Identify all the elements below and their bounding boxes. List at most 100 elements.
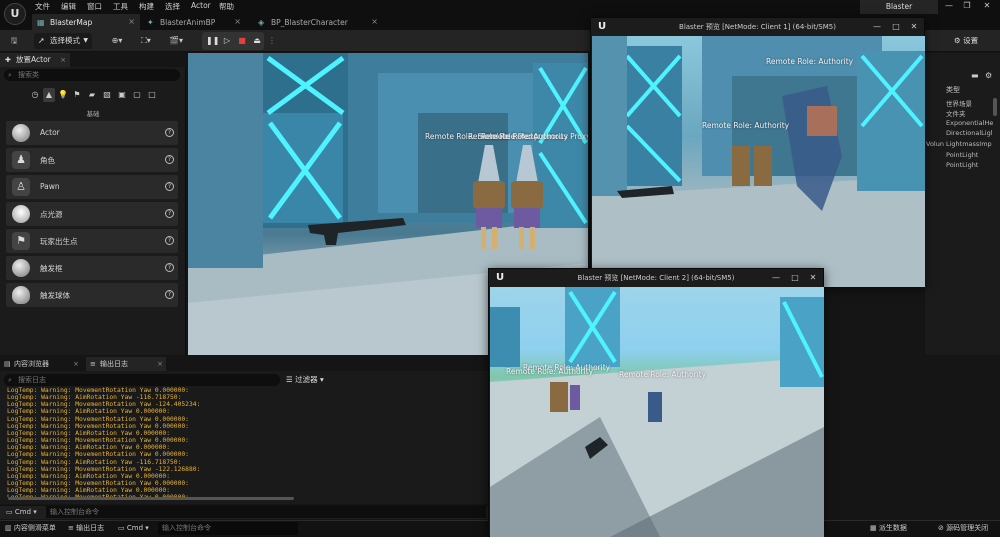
outliner-row-type[interactable]: LightmassImp — [946, 140, 992, 148]
menu-build[interactable]: 构建 — [139, 1, 154, 12]
actor-item-character[interactable]: ♟ 角色 ? — [6, 148, 178, 172]
all-classes-icon[interactable]: ▢ — [131, 88, 143, 102]
mode-select-dropdown[interactable]: ➚ 选择模式 ▼ — [34, 33, 92, 49]
save-icon[interactable]: 🖫 — [6, 33, 22, 49]
chevron-down-icon: ▾ — [145, 524, 149, 532]
help-icon[interactable]: ? — [165, 155, 174, 164]
tab-output-log[interactable]: ≡ 输出日志 × — [86, 357, 166, 371]
outliner-row-type[interactable]: 世界场景 — [946, 98, 972, 108]
cinematics-icon[interactable]: 🎬▾ — [166, 33, 186, 49]
close-icon[interactable]: × — [371, 17, 378, 26]
stop-icon[interactable]: ■ — [236, 34, 248, 48]
close-window-icon[interactable]: ✕ — [978, 1, 996, 13]
tab-bp-blastercharacter[interactable]: ◈ BP_BlasterCharacter × — [253, 14, 383, 30]
add-content-icon[interactable]: ⊕▾ — [107, 33, 127, 49]
outliner-row-type[interactable]: 文件夹 — [946, 108, 966, 118]
geometry-icon[interactable]: ▧ — [101, 88, 113, 102]
log-line: LogTemp: Warning: MovementRotation Yaw 0… — [7, 387, 189, 394]
tab-blastermap[interactable]: ▦ BlasterMap × — [32, 14, 140, 30]
actor-item-label: 触发框 — [40, 264, 63, 273]
tab-label: BlasterMap — [50, 18, 93, 27]
visual-effects-icon[interactable]: ▰ — [86, 88, 98, 102]
outliner-settings-icon[interactable]: ⚙ — [985, 71, 992, 80]
derived-data-button[interactable]: ▦ 派生数据 — [870, 522, 907, 535]
log-line: LogTemp: Warning: AimRotation Yaw -116.7… — [7, 394, 182, 402]
close-window-icon[interactable]: ✕ — [804, 269, 822, 287]
volumes-icon[interactable]: ▣ — [116, 88, 128, 102]
menu-edit[interactable]: 编辑 — [61, 1, 76, 12]
pie-viewport-client-2[interactable]: Remote Role: Authority Remote Role: Auth… — [490, 287, 824, 537]
minimize-icon[interactable]: — — [767, 269, 785, 287]
more-options-icon[interactable]: ⋮ — [266, 34, 278, 48]
outliner-row-type[interactable]: DirectionalLigl — [946, 129, 993, 137]
close-icon[interactable]: × — [234, 17, 241, 26]
maximize-icon[interactable]: □ — [786, 269, 804, 287]
close-icon[interactable]: × — [60, 53, 66, 67]
lights-icon[interactable]: 💡 — [57, 88, 69, 102]
pie-title-bar[interactable]: U Blaster 预览 [NetMode: Client 2] (64-bit… — [489, 269, 823, 287]
pie-title-bar[interactable]: U Blaster 预览 [NetMode: Client 1] (64-bit… — [591, 18, 924, 36]
menu-window[interactable]: 窗口 — [87, 1, 102, 12]
unreal-logo-icon[interactable]: U — [4, 3, 26, 25]
pie-window-client-1[interactable]: U Blaster 预览 [NetMode: Client 1] (64-bit… — [590, 17, 925, 287]
tab-blasteranimbp[interactable]: ✦ BlasterAnimBP × — [142, 14, 246, 30]
menu-actor[interactable]: Actor — [191, 1, 211, 10]
status-output-log-button[interactable]: ≡ 输出日志 — [68, 522, 104, 535]
settings-button[interactable]: ⚙ 设置 — [954, 33, 978, 49]
actor-item-actor[interactable]: Actor ? — [6, 121, 178, 145]
source-control-button[interactable]: ⊘ 源码管理关闭 — [938, 522, 988, 535]
menu-file[interactable]: 文件 — [35, 1, 50, 12]
help-icon[interactable]: ? — [165, 182, 174, 191]
minimize-icon[interactable]: — — [940, 1, 958, 13]
actor-item-pawn[interactable]: ♙ Pawn ? — [6, 175, 178, 199]
folder-icon[interactable]: ▬ — [971, 71, 979, 80]
recent-icon[interactable]: ◷ — [29, 88, 41, 102]
help-icon[interactable]: ? — [165, 209, 174, 218]
log-filter-button[interactable]: ☰ 过滤器 ▾ — [286, 374, 324, 386]
close-window-icon[interactable]: ✕ — [905, 18, 923, 36]
outliner-scrollbar[interactable] — [993, 98, 997, 116]
status-cmd-dropdown[interactable]: ▭ Cmd ▾ — [118, 522, 149, 535]
blueprint-menu-icon[interactable]: ⛶▾ — [136, 33, 156, 49]
help-icon[interactable]: ? — [165, 128, 174, 137]
close-icon[interactable]: × — [157, 357, 163, 371]
extra-category-icon[interactable]: □ — [146, 88, 158, 102]
menu-select[interactable]: 选择 — [165, 1, 180, 12]
log-search-input[interactable]: ⌕ 搜索日志 — [4, 374, 280, 386]
tab-place-actors[interactable]: ✚ 放置Actor × — [0, 53, 70, 67]
content-drawer-button[interactable]: ▥ 内容侧滑菜单 — [5, 522, 56, 535]
help-icon[interactable]: ? — [165, 236, 174, 245]
source-control-label: 源码管理关闭 — [946, 524, 989, 532]
menu-help[interactable]: 帮助 — [219, 1, 234, 12]
actor-item-trigger-sphere[interactable]: 触发球体 ? — [6, 283, 178, 307]
close-icon[interactable]: × — [128, 17, 135, 26]
console-command-input[interactable]: 输入控制台命令 — [46, 506, 486, 518]
step-icon[interactable]: ▷ — [221, 34, 233, 48]
help-icon[interactable]: ? — [165, 290, 174, 299]
cmd-dropdown[interactable]: ▭ Cmd ▾ — [6, 506, 37, 518]
pie-window-client-2[interactable]: U Blaster 预览 [NetMode: Client 2] (64-bit… — [488, 268, 824, 537]
actor-item-player-start[interactable]: ⚑ 玩家出生点 ? — [6, 229, 178, 253]
pie-viewport-client-1[interactable]: Remote Role: Authority Remote Role: Auth… — [592, 36, 925, 287]
status-console-input[interactable]: 输入控制台命令 — [158, 522, 298, 535]
outliner-row-type[interactable]: ExponentialHe — [946, 119, 993, 127]
tab-content-browser[interactable]: ▤ 内容浏览器 × — [0, 357, 82, 371]
menu-tools[interactable]: 工具 — [113, 1, 128, 12]
close-icon[interactable]: × — [73, 357, 79, 371]
outliner-row-type[interactable]: PointLight — [946, 151, 978, 159]
cinematic-icon[interactable]: ⚑ — [71, 88, 83, 102]
maximize-icon[interactable]: □ — [887, 18, 905, 36]
help-icon[interactable]: ? — [165, 263, 174, 272]
outliner-row-type[interactable]: PointLight — [946, 161, 978, 169]
minimize-icon[interactable]: — — [868, 18, 886, 36]
eject-icon[interactable]: ⏏ — [251, 34, 263, 48]
actor-item-point-light[interactable]: 点光源 ? — [6, 202, 178, 226]
basic-shapes-icon[interactable]: ▲ — [43, 88, 55, 102]
place-search-input[interactable]: ⌕ 搜索类 — [4, 69, 180, 81]
chevron-down-icon: ▾ — [33, 508, 37, 516]
pause-icon[interactable]: ❚❚ — [206, 34, 219, 48]
maximize-icon[interactable]: ❐ — [958, 1, 976, 13]
log-line: LogTemp: Warning: MovementRotation Yaw -… — [7, 465, 201, 473]
log-scrollbar[interactable] — [8, 497, 294, 500]
actor-item-trigger-box[interactable]: 触发框 ? — [6, 256, 178, 280]
